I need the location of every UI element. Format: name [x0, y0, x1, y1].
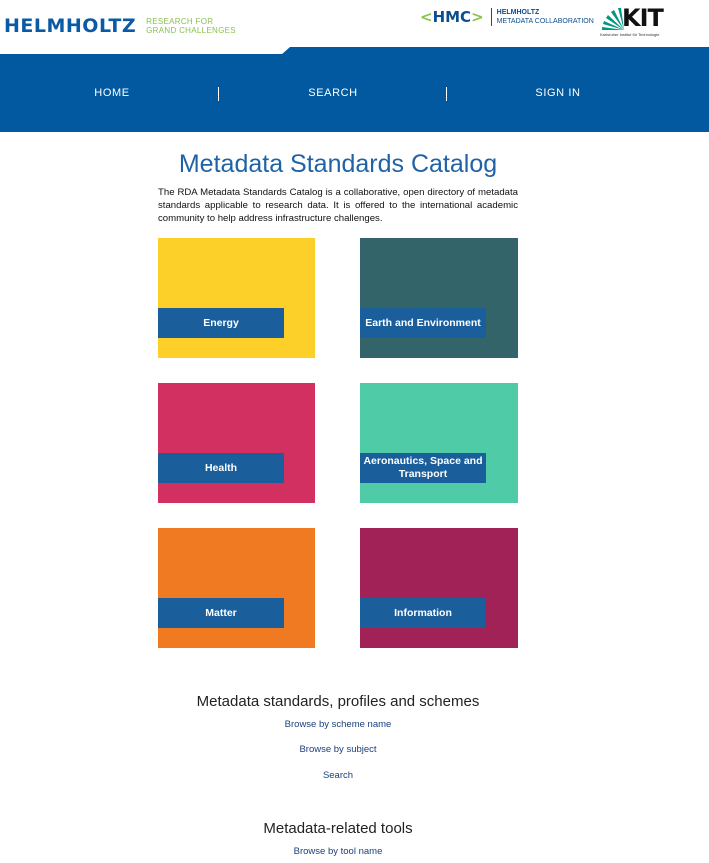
hmc-logo[interactable]: <HMC> HELMHOLTZ METADATA COLLABORATION — [420, 8, 594, 26]
tile-label: Matter — [158, 598, 284, 628]
tile-energy[interactable]: Energy — [158, 238, 315, 358]
page-title: Metadata Standards Catalog — [178, 150, 498, 178]
tile-information[interactable]: Information — [360, 528, 518, 648]
tile-label: Health — [158, 453, 284, 483]
tile-earth-environment[interactable]: Earth and Environment — [360, 238, 518, 358]
tile-aeronautics-space-transport[interactable]: Aeronautics, Space and Transport — [360, 383, 518, 503]
search-link[interactable]: Search — [0, 770, 676, 781]
nav-sign-in[interactable]: SIGN IN — [518, 87, 598, 99]
hmc-sub-line1: HELMHOLTZ — [496, 9, 540, 16]
main-navbar: HOME SEARCH SIGN IN — [0, 54, 709, 132]
helmholtz-tagline: RESEARCH FOR GRAND CHALLENGES — [146, 17, 236, 35]
kit-logo[interactable]: KIT Karlsruher Institut für Technologie — [600, 4, 670, 38]
intro-text: The RDA Metadata Standards Catalog is a … — [158, 187, 518, 224]
tile-health[interactable]: Health — [158, 383, 315, 503]
helmholtz-tagline-line1: RESEARCH FOR — [146, 17, 214, 26]
nav-divider — [218, 87, 219, 101]
hmc-sub-line2: METADATA COLLABORATION — [496, 18, 594, 25]
kit-logo-text: KIT — [622, 4, 664, 32]
tile-label: Information — [360, 598, 486, 628]
tile-label: Earth and Environment — [360, 308, 486, 338]
browse-by-scheme-name-link[interactable]: Browse by scheme name — [0, 719, 676, 730]
helmholtz-logo[interactable]: HELMHOLTZ RESEARCH FOR GRAND CHALLENGES — [4, 14, 236, 38]
tile-label: Energy — [158, 308, 284, 338]
tools-section-heading: Metadata-related tools — [263, 820, 413, 837]
helmholtz-tagline-line2: GRAND CHALLENGES — [146, 26, 236, 35]
browse-by-tool-name-link[interactable]: Browse by tool name — [0, 846, 676, 857]
browse-by-subject-link[interactable]: Browse by subject — [0, 744, 676, 755]
nav-search[interactable]: SEARCH — [293, 87, 373, 99]
site-header: HELMHOLTZ RESEARCH FOR GRAND CHALLENGES … — [0, 0, 709, 48]
hmc-logo-text: HMC — [432, 8, 472, 26]
tile-label: Aeronautics, Space and Transport — [360, 453, 486, 483]
nav-home[interactable]: HOME — [72, 87, 152, 99]
kit-logo-subtitle: Karlsruher Institut für Technologie — [600, 32, 660, 37]
tile-matter[interactable]: Matter — [158, 528, 315, 648]
hmc-logo-subtitle: HELMHOLTZ METADATA COLLABORATION — [497, 8, 594, 26]
hmc-logo-mark: <HMC> — [420, 8, 484, 26]
standards-section-heading: Metadata standards, profiles and schemes — [196, 693, 480, 710]
nav-divider — [446, 87, 447, 101]
hmc-divider — [490, 8, 492, 26]
helmholtz-logo-text: HELMHOLTZ — [4, 15, 137, 37]
